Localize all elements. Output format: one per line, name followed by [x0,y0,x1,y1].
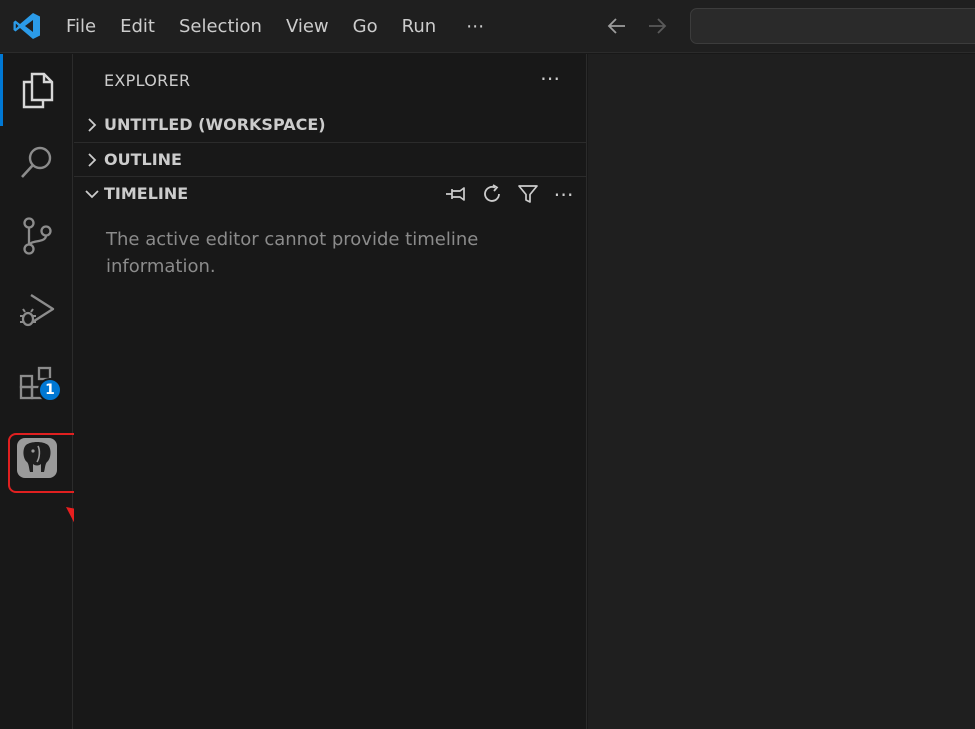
source-control-icon [22,217,52,255]
timeline-refresh-button[interactable] [479,181,505,207]
sidebar-more-button[interactable]: ⋯ [540,66,561,90]
extensions-badge: 1 [38,378,62,402]
menu-go[interactable]: Go [341,0,390,53]
explorer-sidebar: EXPLORER ⋯ UNTITLED (WORKSPACE) OUTLINE … [74,54,587,729]
section-label: TIMELINE [104,184,189,203]
activity-source-control[interactable] [0,200,73,272]
run-debug-icon [19,293,54,327]
timeline-pin-button[interactable] [443,181,469,207]
arrow-left-icon [607,18,625,34]
section-outline[interactable]: OUTLINE [74,142,587,176]
section-untitled-workspace[interactable]: UNTITLED (WORKSPACE) [74,108,587,142]
timeline-more-button[interactable]: ⋯ [551,181,577,207]
title-bar: File Edit Selection View Go Run ⋯ [0,0,975,53]
menu-selection[interactable]: Selection [167,0,274,53]
navigation-controls [604,12,670,40]
menu-file[interactable]: File [54,0,108,53]
filter-icon [518,185,538,203]
sidebar-title: EXPLORER [104,71,191,90]
pin-icon [446,187,465,201]
activity-explorer[interactable] [0,54,73,126]
timeline-filter-button[interactable] [515,181,541,207]
sidebar-header: EXPLORER ⋯ [74,54,587,108]
refresh-icon [484,184,500,202]
search-icon [20,146,51,178]
section-timeline[interactable]: TIMELINE ⋯ [74,176,587,210]
command-center-search[interactable] [690,8,975,44]
activity-search[interactable] [0,126,73,198]
activity-extensions[interactable]: 1 [0,348,73,420]
activity-bar: 1 [0,54,73,729]
editor-area[interactable] [588,54,975,729]
timeline-actions: ⋯ [443,181,577,207]
activity-run-debug[interactable] [0,274,73,346]
timeline-empty-message: The active editor cannot provide timelin… [106,229,479,277]
section-label: UNTITLED (WORKSPACE) [104,115,326,134]
menu-more-button[interactable]: ⋯ [448,0,496,53]
chevron-right-icon [88,153,97,167]
section-label: OUTLINE [104,150,182,169]
arrow-right-icon [649,18,667,34]
vscode-logo-icon[interactable] [12,11,42,41]
menu-view[interactable]: View [274,0,341,53]
menu-bar: File Edit Selection View Go Run ⋯ [54,0,496,53]
files-icon [22,72,54,109]
menu-run[interactable]: Run [390,0,449,53]
forward-button[interactable] [644,12,670,40]
chevron-down-icon [85,190,99,199]
back-button[interactable] [604,12,630,40]
chevron-right-icon [88,118,97,132]
menu-edit[interactable]: Edit [108,0,167,53]
